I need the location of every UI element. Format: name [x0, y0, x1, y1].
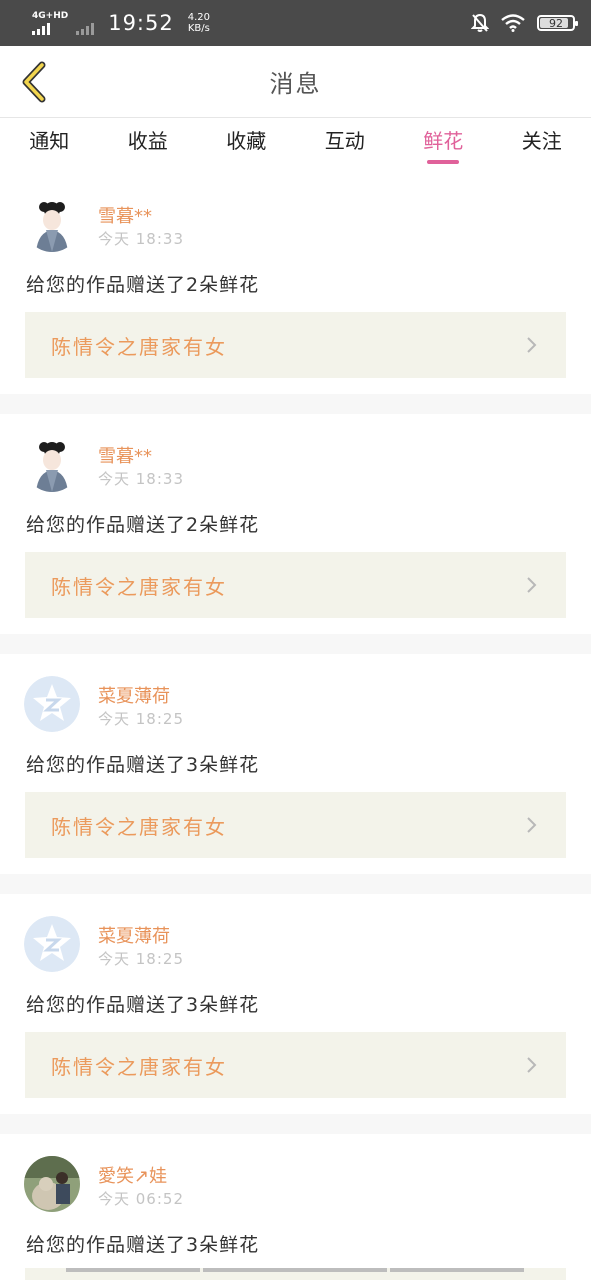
- status-right: 92: [471, 13, 578, 33]
- nav-handle-segment: [66, 1268, 200, 1272]
- work-title: 陈情令之唐家有女: [51, 574, 227, 599]
- message-text: 给您的作品赠送了3朵鲜花: [26, 994, 260, 1016]
- message-card: 雪暮** 今天 18:33 给您的作品赠送了2朵鲜花 陈情令之唐家有女: [0, 414, 591, 634]
- signal-icon: [32, 22, 68, 35]
- wifi-icon: [501, 14, 525, 32]
- status-left: 4G+HD 19:52 4.20 KB/s: [32, 11, 210, 35]
- network-type: 4G+HD: [32, 10, 69, 21]
- user-avatar-image: [24, 196, 80, 252]
- qq-default-avatar-icon: [24, 676, 80, 732]
- message-text: 给您的作品赠送了3朵鲜花: [26, 1234, 260, 1256]
- user-avatar-image: [24, 1156, 80, 1212]
- back-button[interactable]: [14, 60, 54, 104]
- back-arrow-icon: [22, 61, 46, 103]
- nav-handle-segment: [390, 1268, 524, 1272]
- avatar[interactable]: [24, 1156, 80, 1212]
- qq-default-avatar-icon: [24, 916, 80, 972]
- timestamp: 今天 06:52: [98, 1190, 184, 1208]
- nav-handle-segment: [203, 1268, 387, 1272]
- message-card: 菜夏薄荷 今天 18:25 给您的作品赠送了3朵鲜花 陈情令之唐家有女: [0, 894, 591, 1114]
- work-title: 陈情令之唐家有女: [51, 814, 227, 839]
- username[interactable]: 雪暮**: [98, 442, 152, 468]
- tab-earnings[interactable]: 收益: [99, 118, 198, 174]
- message-card: 雪暮** 今天 18:33 给您的作品赠送了2朵鲜花 陈情令之唐家有女: [0, 174, 591, 394]
- work-title: 陈情令之唐家有女: [51, 1054, 227, 1079]
- clock: 19:52: [108, 11, 174, 35]
- username[interactable]: 雪暮**: [98, 202, 152, 228]
- speed-unit: KB/s: [187, 23, 210, 34]
- signal-2-icon: [76, 23, 95, 35]
- avatar[interactable]: [24, 916, 80, 972]
- tab-flowers[interactable]: 鲜花: [394, 118, 493, 174]
- bell-off-icon: [471, 13, 489, 32]
- battery-level: 92: [549, 16, 563, 30]
- message-card: 菜夏薄荷 今天 18:25 给您的作品赠送了3朵鲜花 陈情令之唐家有女: [0, 654, 591, 874]
- message-text: 给您的作品赠送了2朵鲜花: [26, 274, 260, 296]
- page-title: 消息: [269, 70, 322, 98]
- chevron-right-icon: [527, 1057, 537, 1073]
- tab-favorites[interactable]: 收藏: [197, 118, 296, 174]
- work-link[interactable]: 陈情令之唐家有女: [25, 1032, 566, 1098]
- tab-notifications[interactable]: 通知: [0, 118, 99, 174]
- avatar[interactable]: [24, 436, 80, 492]
- username[interactable]: 菜夏薄荷: [98, 682, 170, 708]
- tab-follows[interactable]: 关注: [493, 118, 591, 174]
- timestamp: 今天 18:25: [98, 950, 184, 968]
- chevron-right-icon: [527, 817, 537, 833]
- work-title: 陈情令之唐家有女: [51, 334, 227, 359]
- work-link[interactable]: 陈情令之唐家有女: [25, 312, 566, 378]
- work-link[interactable]: 陈情令之唐家有女: [25, 552, 566, 618]
- network-indicator: 4G+HD: [32, 10, 69, 35]
- tab-interactions[interactable]: 互动: [296, 118, 395, 174]
- chevron-right-icon: [527, 337, 537, 353]
- message-text: 给您的作品赠送了3朵鲜花: [26, 754, 260, 776]
- username[interactable]: 愛笑↗娃: [98, 1162, 167, 1188]
- user-avatar-image: [24, 436, 80, 492]
- battery-icon: 92: [537, 15, 578, 31]
- avatar[interactable]: [24, 196, 80, 252]
- tab-bar: 通知 收益 收藏 互动 鲜花 关注: [0, 118, 591, 174]
- message-text: 给您的作品赠送了2朵鲜花: [26, 514, 260, 536]
- network-speed: 4.20 KB/s: [188, 12, 210, 34]
- nav-bar: 消息: [0, 46, 591, 118]
- status-bar: 4G+HD 19:52 4.20 KB/s 92: [0, 0, 591, 46]
- timestamp: 今天 18:25: [98, 710, 184, 728]
- timestamp: 今天 18:33: [98, 470, 184, 488]
- chevron-right-icon: [527, 577, 537, 593]
- message-list: 雪暮** 今天 18:33 给您的作品赠送了2朵鲜花 陈情令之唐家有女 雪暮**…: [0, 174, 591, 1280]
- speed-value: 4.20: [187, 12, 210, 23]
- avatar[interactable]: [24, 676, 80, 732]
- timestamp: 今天 18:33: [98, 230, 184, 248]
- work-link-partial[interactable]: [25, 1268, 566, 1280]
- work-link[interactable]: 陈情令之唐家有女: [25, 792, 566, 858]
- message-card: 愛笑↗娃 今天 06:52 给您的作品赠送了3朵鲜花: [0, 1134, 591, 1280]
- username[interactable]: 菜夏薄荷: [98, 922, 170, 948]
